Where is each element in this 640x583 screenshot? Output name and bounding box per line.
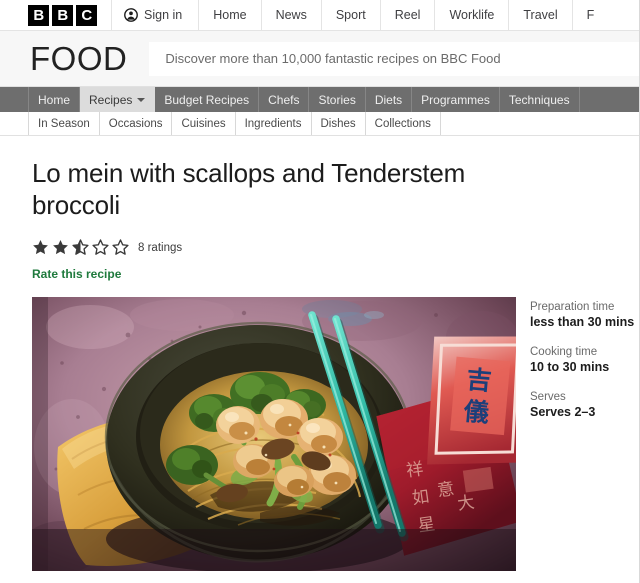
meta-preparation-time-value: less than 30 mins bbox=[530, 315, 635, 330]
meta-cooking-time-label: Cooking time bbox=[530, 346, 598, 359]
secondary-nav-item-ingredients[interactable]: Ingredients bbox=[236, 112, 312, 135]
primary-navigation: Home Recipes Budget Recipes Chefs Storie… bbox=[0, 87, 640, 112]
star-icon-3-half[interactable] bbox=[72, 239, 89, 256]
primary-nav-item-diets[interactable]: Diets bbox=[366, 87, 413, 112]
meta-cooking-time-value: 10 to 30 mins bbox=[530, 360, 610, 375]
brand-strapline: Discover more than 10,000 fantastic reci… bbox=[149, 41, 640, 76]
bbc-logo-letter-c: C bbox=[76, 4, 97, 26]
svg-text:大: 大 bbox=[456, 493, 476, 515]
star-icon-1-full[interactable] bbox=[32, 239, 49, 256]
masthead-link-home[interactable]: Home bbox=[198, 0, 260, 30]
hero-row: 祥 如 意 星 大 吉 儀 Preparation time less than… bbox=[32, 297, 634, 572]
primary-nav-item-recipes[interactable]: Recipes bbox=[80, 87, 156, 112]
meta-preparation-time-label: Preparation time bbox=[530, 301, 615, 314]
meta-preparation-time: Preparation time less than 30 mins bbox=[530, 301, 634, 329]
secondary-nav-item-in-season[interactable]: In Season bbox=[28, 112, 100, 135]
star-icon-2-full[interactable] bbox=[52, 239, 69, 256]
food-brand-bar: FOOD Discover more than 10,000 fantastic… bbox=[0, 31, 640, 87]
primary-nav-item-programmes[interactable]: Programmes bbox=[412, 87, 500, 112]
recipe-hero-image: 祥 如 意 星 大 吉 儀 bbox=[32, 297, 516, 572]
meta-serves: Serves Serves 2–3 bbox=[530, 391, 634, 419]
primary-nav-item-techniques[interactable]: Techniques bbox=[500, 87, 580, 112]
star-icon-4-empty[interactable] bbox=[92, 239, 109, 256]
secondary-navigation: In Season Occasions Cuisines Ingredients… bbox=[0, 112, 640, 136]
svg-text:祥: 祥 bbox=[405, 460, 425, 482]
star-rating[interactable] bbox=[32, 239, 129, 256]
bbc-logo-letter-b2: B bbox=[52, 4, 73, 26]
secondary-nav-item-cuisines[interactable]: Cuisines bbox=[172, 112, 236, 135]
meta-serves-label: Serves bbox=[530, 391, 566, 404]
masthead-link-news[interactable]: News bbox=[260, 0, 321, 30]
primary-nav-item-recipes-label: Recipes bbox=[89, 92, 133, 107]
recipe-meta-panel: Preparation time less than 30 mins Cooki… bbox=[530, 297, 634, 436]
svg-text:儀: 儀 bbox=[462, 397, 490, 428]
meta-cooking-time: Cooking time 10 to 30 mins bbox=[530, 346, 634, 374]
bbc-global-masthead: B B C Sign in Home News Sport Reel Workl… bbox=[0, 0, 640, 31]
svg-text:意: 意 bbox=[436, 480, 456, 502]
masthead-link-worklife[interactable]: Worklife bbox=[434, 0, 508, 30]
account-circle-icon bbox=[124, 8, 138, 22]
recipe-content: Lo mein with scallops and Tenderstem bro… bbox=[0, 136, 640, 572]
primary-nav-item-stories[interactable]: Stories bbox=[309, 87, 366, 112]
primary-nav-item-chefs[interactable]: Chefs bbox=[259, 87, 310, 112]
food-wordmark[interactable]: FOOD bbox=[30, 42, 149, 75]
primary-nav-item-home[interactable]: Home bbox=[28, 87, 81, 112]
masthead-link-reel[interactable]: Reel bbox=[379, 0, 435, 30]
secondary-nav-item-collections[interactable]: Collections bbox=[366, 112, 441, 135]
primary-nav-item-budget-recipes[interactable]: Budget Recipes bbox=[155, 87, 260, 112]
svg-text:如: 如 bbox=[411, 487, 431, 509]
rate-this-recipe-link[interactable]: Rate this recipe bbox=[32, 267, 121, 281]
sign-in-label: Sign in bbox=[144, 8, 183, 22]
meta-serves-value: Serves 2–3 bbox=[530, 405, 596, 420]
page-title: Lo mein with scallops and Tenderstem bro… bbox=[32, 158, 466, 220]
masthead-link-travel[interactable]: Travel bbox=[508, 0, 571, 30]
secondary-nav-item-dishes[interactable]: Dishes bbox=[312, 112, 366, 135]
ratings-count: 8 ratings bbox=[138, 241, 183, 254]
chevron-down-icon bbox=[137, 97, 146, 102]
bbc-logo-letter-b1: B bbox=[28, 4, 49, 26]
bbc-logo[interactable]: B B C bbox=[28, 0, 111, 30]
bbc-food-recipe-page: B B C Sign in Home News Sport Reel Workl… bbox=[0, 0, 640, 583]
secondary-nav-item-occasions[interactable]: Occasions bbox=[100, 112, 173, 135]
masthead-link-sport[interactable]: Sport bbox=[320, 0, 380, 30]
svg-text:吉: 吉 bbox=[465, 365, 492, 396]
masthead-link-future-clipped[interactable]: F bbox=[571, 0, 599, 30]
rating-row: 8 ratings bbox=[32, 239, 612, 256]
star-icon-5-empty[interactable] bbox=[112, 239, 129, 256]
sign-in-button[interactable]: Sign in bbox=[111, 0, 198, 30]
